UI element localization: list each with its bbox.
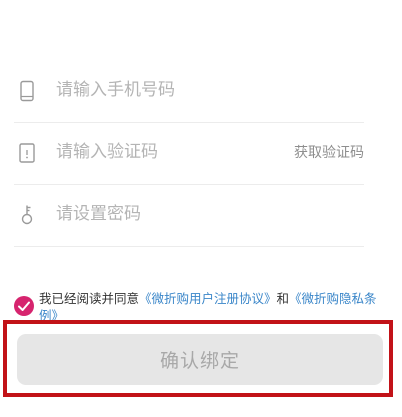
check-icon [18,301,30,311]
confirm-bind-button[interactable]: 确认绑定 [17,334,383,385]
phone-icon [16,80,38,102]
phone-input[interactable] [56,60,286,120]
password-input[interactable] [56,184,286,244]
code-field-row: 获取验证码 [14,122,364,185]
code-input[interactable] [56,122,286,182]
agreement-checkbox[interactable] [14,296,34,316]
password-field-row [14,184,364,247]
user-agreement-link[interactable]: 《微折购用户注册协议》 [139,291,277,306]
key-icon [16,204,38,226]
agreement-prefix: 我已经阅读并同意 [39,291,140,306]
verification-code-icon [16,142,38,164]
agreement-connector: 和 [276,291,290,306]
phone-field-row [14,60,364,123]
bind-phone-page: 获取验证码 我已经阅读并同意《微折购用户注册协议》和《微折购隐私条例》 确认绑定 [0,0,402,417]
agreement-text: 我已经阅读并同意《微折购用户注册协议》和《微折购隐私条例》 [39,290,391,324]
get-code-button[interactable]: 获取验证码 [294,142,364,162]
